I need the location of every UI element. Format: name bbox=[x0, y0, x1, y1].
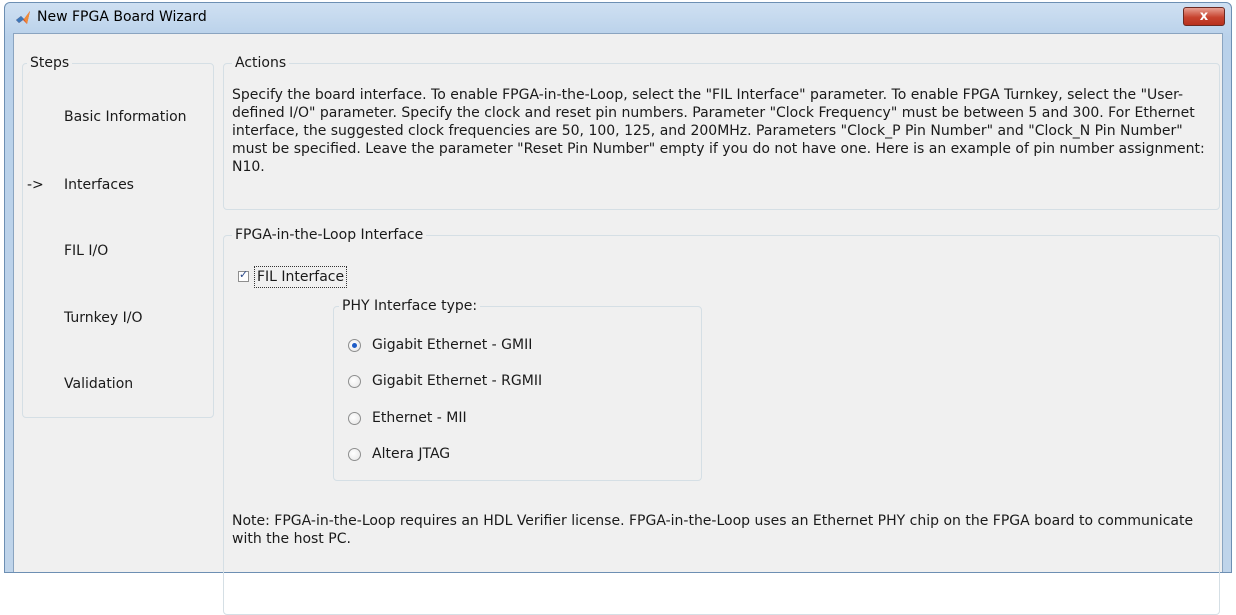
window-title: New FPGA Board Wizard bbox=[37, 9, 207, 25]
actions-heading: Actions bbox=[232, 54, 290, 72]
fil-interface-heading: FPGA-in-the-Loop Interface bbox=[232, 226, 427, 244]
radio-label: Gigabit Ethernet - GMII bbox=[372, 337, 533, 353]
radio-label: Gigabit Ethernet - RGMII bbox=[372, 373, 543, 389]
phy-interface-group: PHY Interface type: Gigabit Ethernet - G… bbox=[333, 297, 702, 481]
step-basic-information[interactable]: Basic Information bbox=[64, 108, 187, 126]
fil-interface-checkbox[interactable]: ✓ bbox=[238, 268, 249, 282]
radio-dot-icon bbox=[352, 343, 357, 348]
step-turnkey-io[interactable]: Turnkey I/O bbox=[64, 309, 143, 327]
actions-description: Specify the board interface. To enable F… bbox=[232, 87, 1205, 175]
steps-group: Steps Basic Information -> Interfaces FI… bbox=[22, 54, 214, 418]
actions-group: Actions Specify the board interface. To … bbox=[223, 54, 1220, 210]
close-icon: x bbox=[1199, 9, 1209, 24]
radio-button[interactable] bbox=[348, 375, 361, 388]
fil-license-note: Note: FPGA-in-the-Loop requires an HDL V… bbox=[232, 513, 1194, 547]
radio-button[interactable] bbox=[348, 448, 361, 461]
fil-interface-label[interactable]: FIL Interface bbox=[254, 266, 348, 288]
steps-heading: Steps bbox=[27, 54, 73, 72]
wizard-client-area: Steps Basic Information -> Interfaces FI… bbox=[13, 33, 1223, 615]
step-validation[interactable]: Validation bbox=[64, 375, 133, 393]
matlab-icon bbox=[16, 11, 30, 24]
step-fil-io[interactable]: FIL I/O bbox=[64, 242, 108, 260]
close-button[interactable]: x bbox=[1183, 7, 1225, 26]
step-prefix-interfaces: -> bbox=[27, 177, 44, 193]
fil-interface-group: FPGA-in-the-Loop Interface ✓ FIL Interfa… bbox=[223, 226, 1220, 615]
radio-label: Altera JTAG bbox=[372, 446, 451, 462]
radio-label: Ethernet - MII bbox=[372, 410, 467, 426]
step-interfaces[interactable]: Interfaces bbox=[64, 176, 134, 194]
radio-button[interactable] bbox=[348, 412, 361, 425]
radio-button-selected[interactable] bbox=[348, 339, 361, 352]
title-bar[interactable]: New FPGA Board Wizard x bbox=[5, 3, 1231, 33]
phy-interface-heading: PHY Interface type: bbox=[339, 297, 481, 315]
checkmark-icon: ✓ bbox=[239, 268, 249, 281]
wizard-window: New FPGA Board Wizard x Steps Basic Info… bbox=[4, 2, 1232, 615]
